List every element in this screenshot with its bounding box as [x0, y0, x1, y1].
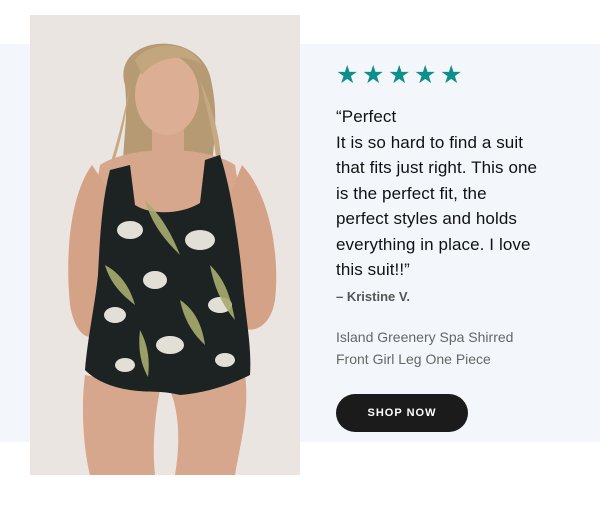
- quote-line: everything in place. I love: [336, 234, 531, 254]
- quote-line: It is so hard to find a suit: [336, 132, 524, 152]
- product-name[interactable]: Island Greenery Spa Shirred Front Girl L…: [336, 326, 586, 370]
- star-icon: ★: [414, 60, 437, 89]
- quote-line: this suit!!”: [336, 260, 410, 279]
- star-icon: ★: [440, 60, 463, 89]
- review-quote: “Perfect It is so hard to find a suit th…: [336, 104, 586, 283]
- quote-line: is the perfect fit, the: [336, 183, 487, 203]
- star-icon: ★: [388, 60, 411, 89]
- product-name-line[interactable]: Island Greenery Spa Shirred: [336, 326, 586, 348]
- star-icon: ★: [362, 60, 385, 89]
- quote-line: perfect styles and holds: [336, 209, 517, 228]
- quote-line: that fits just right. This one: [336, 158, 538, 177]
- star-rating: ★ ★ ★ ★ ★: [336, 62, 586, 88]
- review-author: – Kristine V.: [336, 288, 410, 304]
- model-illustration: [68, 43, 277, 475]
- product-photo[interactable]: [30, 15, 300, 475]
- product-name-line[interactable]: Front Girl Leg One Piece: [336, 348, 586, 370]
- quote-line: “Perfect: [336, 107, 397, 126]
- review-panel: ★ ★ ★ ★ ★ “Perfect It is so hard to find…: [336, 62, 586, 432]
- shop-now-button[interactable]: SHOP NOW: [336, 393, 468, 432]
- star-icon: ★: [336, 60, 359, 89]
